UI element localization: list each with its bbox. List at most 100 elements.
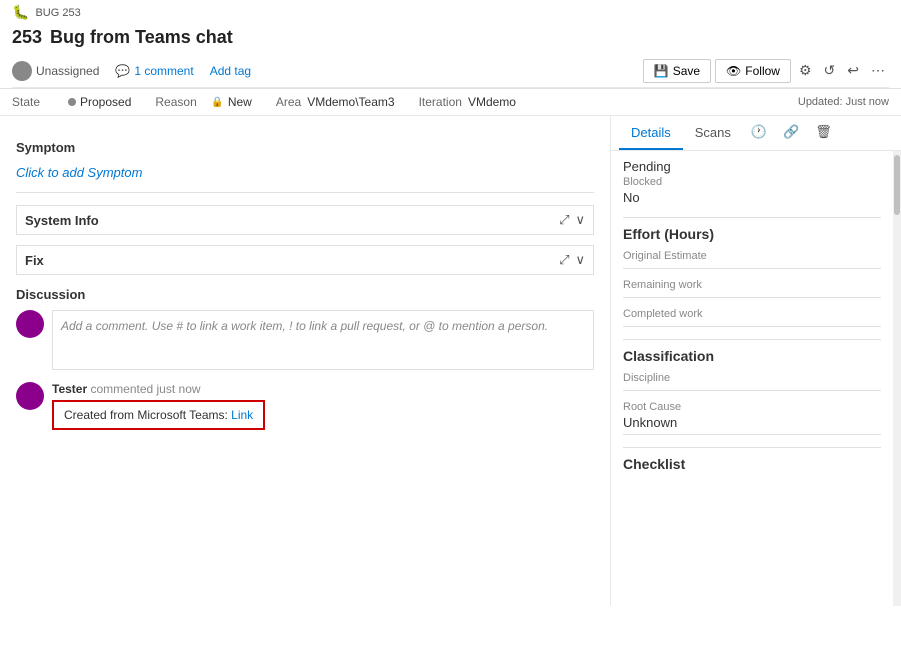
refresh-icon: ↺ (824, 62, 836, 78)
fix-title: Fix (25, 253, 44, 268)
comment-body: Tester commented just now Created from M… (52, 382, 594, 430)
comment-link[interactable]: Link (231, 408, 253, 422)
comment-count: 1 comment (134, 64, 193, 78)
original-estimate-field: Original Estimate (623, 250, 881, 269)
comment-meta: Tester commented just now (52, 382, 594, 396)
reason-label: Reason (155, 95, 205, 109)
avatar (12, 61, 32, 81)
commenter-avatar (16, 382, 44, 410)
app-container: 🐛 BUG 253 253 Bug from Teams chat Unassi… (0, 0, 901, 606)
blocked-field: Blocked No (623, 176, 881, 205)
comment-button[interactable]: 💬 1 comment (115, 64, 193, 78)
chevron-down-icon: ∨ (575, 212, 585, 228)
assignee-text: Unassigned (36, 64, 99, 78)
refresh-button[interactable]: ↺ (820, 58, 840, 83)
root-cause-label: Root Cause (623, 401, 881, 413)
undo-icon: ↩ (847, 62, 859, 78)
right-panel: Details Scans 🕐 🔗 🗑 Pending Blocked No E… (611, 116, 901, 606)
save-button[interactable]: 💾 Save (643, 59, 711, 83)
symptom-input[interactable]: Click to add Symptom (16, 161, 594, 184)
top-bar: 🐛 BUG 253 253 Bug from Teams chat Unassi… (0, 0, 901, 89)
right-content: Pending Blocked No Effort (Hours) Origin… (611, 151, 893, 606)
assignee-field[interactable]: Unassigned (12, 61, 99, 81)
bug-title-row: 253 Bug from Teams chat (12, 23, 889, 54)
blocked-value[interactable]: No (623, 190, 881, 205)
more-icon: ⋯ (871, 62, 885, 78)
bug-icon: 🐛 (12, 4, 29, 21)
comment-content-box: Created from Microsoft Teams: Link (52, 400, 265, 430)
settings-icon: ⚙ (799, 62, 812, 78)
discussion-title: Discussion (16, 287, 594, 302)
original-estimate-value[interactable] (623, 264, 881, 269)
tab-scans[interactable]: Scans (683, 117, 743, 150)
reason-value[interactable]: 🔒 New (211, 95, 251, 109)
discipline-field: Discipline (623, 372, 881, 391)
remaining-work-label: Remaining work (623, 279, 881, 291)
tab-delete-icon[interactable]: 🗑 (807, 116, 840, 150)
discipline-value[interactable] (623, 386, 881, 391)
save-icon: 💾 (654, 64, 669, 78)
bug-title-text: Bug from Teams chat (50, 27, 233, 48)
scrollbar-thumb[interactable] (894, 155, 900, 215)
comment-placeholder-text: Add a comment. Use # to link a work item… (61, 319, 548, 333)
undo-button[interactable]: ↩ (843, 58, 863, 83)
bug-label: 🐛 BUG 253 (12, 4, 889, 23)
state-label: State (12, 95, 62, 109)
completed-work-value[interactable] (623, 322, 881, 327)
area-field: Area VMdemo\Team3 (276, 95, 395, 109)
fix-expand[interactable]: ⤢ ∨ (559, 252, 585, 268)
root-cause-value[interactable]: Unknown (623, 415, 881, 435)
settings-button[interactable]: ⚙ (795, 58, 816, 83)
updated-text: Updated: Just now (798, 96, 889, 108)
iteration-field: Iteration VMdemo (419, 95, 516, 109)
pending-text: Pending (623, 159, 881, 174)
symptom-title: Symptom (16, 140, 594, 155)
toolbar-right: 💾 Save 👁 Follow ⚙ ↺ ↩ ⋯ (643, 58, 889, 83)
tab-link-icon[interactable]: 🔗 (775, 116, 807, 150)
current-user-avatar (16, 310, 44, 338)
comment-input[interactable]: Add a comment. Use # to link a work item… (52, 310, 594, 370)
lock-icon: 🔒 (211, 97, 223, 108)
tab-details[interactable]: Details (619, 117, 683, 150)
meta-bar: Unassigned 💬 1 comment Add tag 💾 Save 👁 … (12, 54, 889, 88)
system-info-title: System Info (25, 213, 99, 228)
right-tabs: Details Scans 🕐 🔗 🗑 (611, 116, 901, 151)
state-text: Proposed (80, 95, 131, 109)
root-cause-field: Root Cause Unknown (623, 401, 881, 435)
right-scrollbar[interactable] (893, 151, 901, 606)
iteration-label: Iteration (419, 95, 462, 109)
completed-work-label: Completed work (623, 308, 881, 320)
blocked-label: Blocked (623, 176, 881, 188)
chevron-down-icon-2: ∨ (575, 252, 585, 268)
system-info-expand[interactable]: ⤢ ∨ (559, 212, 585, 228)
comment-bubble-icon: 💬 (115, 64, 130, 78)
original-estimate-label: Original Estimate (623, 250, 881, 262)
expand-icon-2: ⤢ (559, 252, 569, 268)
remaining-work-value[interactable] (623, 293, 881, 298)
remaining-work-field: Remaining work (623, 279, 881, 298)
left-panel: Symptom Click to add Symptom System Info… (0, 116, 611, 606)
comment-author: Tester (52, 382, 87, 396)
bug-number: 253 (12, 27, 42, 48)
more-button[interactable]: ⋯ (867, 58, 889, 83)
follow-eye-icon: 👁 (726, 64, 741, 78)
comment-text: Created from Microsoft Teams: (64, 408, 231, 422)
state-bar: State Proposed Reason 🔒 New Area VMdemo\… (0, 89, 901, 116)
follow-button[interactable]: 👁 Follow (715, 59, 791, 83)
area-value[interactable]: VMdemo\Team3 (307, 95, 394, 109)
comment-time-text: commented just now (90, 382, 200, 396)
comment-entry: Tester commented just now Created from M… (16, 382, 594, 430)
reason-field: Reason 🔒 New (155, 95, 251, 109)
state-value[interactable]: Proposed (68, 95, 131, 109)
state-dot (68, 98, 76, 106)
state-field: State Proposed (12, 95, 131, 109)
save-label: Save (673, 64, 700, 78)
checklist-header: Checklist (623, 447, 881, 472)
effort-header: Effort (Hours) (623, 217, 881, 242)
iteration-value[interactable]: VMdemo (468, 95, 516, 109)
bug-id: BUG 253 (35, 7, 80, 19)
add-tag-button[interactable]: Add tag (210, 64, 251, 78)
classification-header: Classification (623, 339, 881, 364)
system-info-section: System Info ⤢ ∨ (16, 205, 594, 235)
tab-history-icon[interactable]: 🕐 (743, 116, 775, 150)
